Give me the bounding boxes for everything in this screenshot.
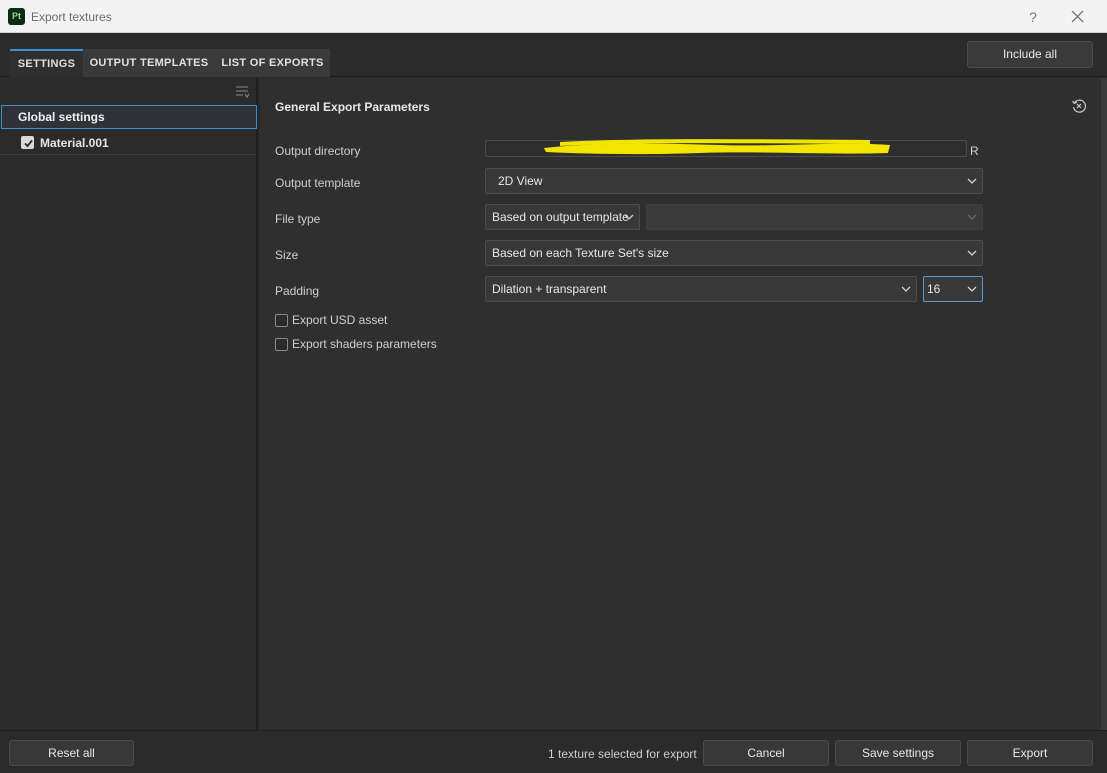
app-logo-icon: Pt — [8, 8, 25, 25]
tab-list-of-exports[interactable]: LIST OF EXPORTS — [215, 49, 330, 77]
tab-bar: SETTINGS OUTPUT TEMPLATES LIST OF EXPORT… — [0, 34, 1107, 77]
output-template-label: Output template — [275, 176, 361, 190]
chevron-down-icon — [624, 214, 634, 220]
export-usd-checkbox[interactable] — [275, 314, 288, 327]
help-button[interactable]: ? — [1024, 7, 1042, 27]
file-format-select — [646, 204, 983, 230]
output-template-value: 2D View — [498, 174, 543, 188]
global-settings-item[interactable]: Global settings — [1, 105, 257, 129]
save-settings-button[interactable]: Save settings — [835, 740, 961, 766]
reset-icon[interactable] — [1071, 98, 1087, 114]
padding-amount-select[interactable]: 16 — [923, 276, 983, 302]
window-title: Export textures — [31, 10, 112, 24]
export-button[interactable]: Export — [967, 740, 1093, 766]
material-checkbox[interactable] — [21, 136, 34, 149]
export-usd-label: Export USD asset — [292, 313, 388, 327]
file-type-select[interactable]: Based on output template — [485, 204, 640, 230]
padding-value: Dilation + transparent — [492, 282, 607, 296]
size-select[interactable]: Based on each Texture Set's size — [485, 240, 983, 266]
padding-amount-value: 16 — [927, 282, 941, 296]
output-directory-suffix: R — [970, 144, 979, 158]
chevron-down-icon — [967, 178, 977, 184]
output-directory-label: Output directory — [275, 144, 361, 158]
include-all-button[interactable]: Include all — [967, 41, 1093, 68]
output-template-select[interactable]: 2D View — [485, 168, 983, 194]
texture-set-item[interactable]: Material.001 — [0, 131, 256, 155]
tab-output-templates[interactable]: OUTPUT TEMPLATES — [83, 49, 215, 77]
redaction-mark — [544, 139, 890, 155]
export-shaders-label: Export shaders parameters — [292, 337, 437, 351]
close-icon — [1071, 10, 1084, 23]
chevron-down-icon — [901, 286, 911, 292]
size-value: Based on each Texture Set's size — [492, 246, 669, 260]
padding-label: Padding — [275, 284, 320, 298]
size-label: Size — [275, 248, 299, 262]
file-type-label: File type — [275, 212, 321, 226]
material-label: Material.001 — [40, 136, 109, 150]
padding-select[interactable]: Dilation + transparent — [485, 276, 917, 302]
settings-panel: General Export Parameters Output directo… — [260, 78, 1107, 730]
reset-all-button[interactable]: Reset all — [9, 740, 134, 766]
file-type-value: Based on output template — [492, 210, 629, 224]
export-status-text: 1 texture selected for export — [548, 747, 697, 761]
chevron-down-icon — [967, 214, 977, 220]
tab-settings[interactable]: SETTINGS — [10, 49, 83, 77]
chevron-down-icon — [967, 250, 977, 256]
close-button[interactable] — [1066, 7, 1088, 27]
cancel-button[interactable]: Cancel — [703, 740, 829, 766]
title-bar: Pt Export textures ? — [0, 0, 1107, 33]
footer-bar: Reset all 1 texture selected for export … — [0, 730, 1107, 773]
filter-sort-icon[interactable] — [235, 83, 251, 99]
export-shaders-checkbox[interactable] — [275, 338, 288, 351]
chevron-down-icon — [967, 286, 977, 292]
texture-set-list: Global settings Material.001 — [0, 78, 258, 730]
check-icon — [24, 139, 33, 148]
section-title: General Export Parameters — [275, 100, 430, 114]
